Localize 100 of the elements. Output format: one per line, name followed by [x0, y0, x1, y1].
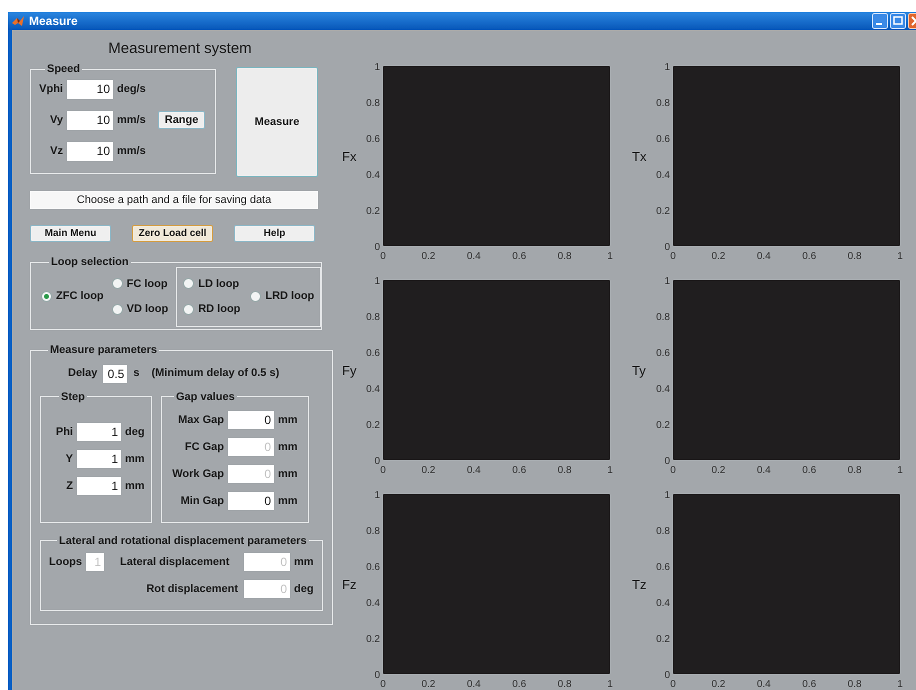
tick-label: 0.8	[848, 465, 862, 476]
input-field[interactable]: 0	[228, 492, 274, 510]
tick-label: 0.2	[711, 465, 726, 476]
unit-label: mm	[278, 466, 298, 482]
input-field[interactable]: 10	[67, 142, 113, 160]
tick-label: 0.6	[366, 134, 380, 145]
unit-label: deg	[294, 582, 314, 597]
unit-label: deg	[125, 424, 145, 440]
tick-label: 1	[607, 465, 613, 476]
tick-label: 0	[380, 251, 386, 262]
app-logo-icon	[11, 14, 25, 28]
field-label: Lateral displacement	[120, 554, 230, 570]
field-label: Min Gap	[180, 494, 224, 509]
tick-label: 0.2	[366, 634, 380, 645]
tick-label: 0.4	[756, 251, 771, 262]
input-field[interactable]: 10	[67, 80, 113, 98]
tick-label: 0.6	[366, 562, 380, 573]
tick-label: 0	[380, 679, 386, 690]
tick-label: 0.6	[512, 465, 526, 476]
path-field[interactable]: Choose a path and a file for saving data	[30, 191, 318, 209]
tick-label: 0	[380, 465, 386, 476]
input-field[interactable]: 1	[77, 477, 121, 495]
tick-label: 0.8	[366, 98, 380, 109]
unit-label: mm	[278, 494, 298, 509]
tick-label: 0.2	[656, 420, 670, 431]
hint-text: (Minimum delay of 0.5 s)	[151, 366, 280, 382]
tick-label: 0.4	[466, 465, 481, 476]
menu-button[interactable]: Main Menu	[30, 225, 111, 242]
field-label: Rot displacement	[146, 582, 238, 597]
tick-label: 0.6	[656, 134, 670, 145]
unit-label: mm/s	[117, 112, 146, 128]
axis-label: Ty	[632, 363, 646, 378]
tick-label: 0	[374, 242, 380, 253]
unit-label: mm	[278, 440, 298, 455]
tick-label: 1	[374, 490, 380, 501]
field-label: Loops	[49, 554, 82, 570]
tick-label: 1	[897, 251, 903, 262]
menu-button[interactable]: Zero Load cell	[132, 225, 213, 242]
window-title: Measure	[29, 13, 78, 30]
input-field[interactable]: 1	[77, 450, 121, 468]
radio-option[interactable]: ZFC loop	[41, 288, 104, 305]
unit-label: s	[133, 366, 140, 382]
field-label: Vy	[48, 112, 63, 128]
field-label: Phi	[54, 424, 73, 440]
measure-button[interactable]: Measure	[236, 67, 318, 177]
radio-option[interactable]: FC loop	[112, 276, 168, 292]
tick-label: 0.4	[366, 384, 380, 395]
input-field[interactable]: 0.5	[103, 364, 128, 382]
field-label: FC Gap	[184, 440, 224, 455]
input-field[interactable]: 10	[67, 110, 113, 130]
tick-label: 0.4	[466, 251, 481, 262]
tick-label: 0.2	[711, 251, 726, 262]
tick-label: 0.4	[366, 598, 380, 609]
menu-button[interactable]: Help	[234, 225, 315, 242]
tick-label: 0.8	[848, 679, 862, 690]
tick-label: 0	[664, 456, 670, 467]
tick-label: 0.2	[711, 679, 726, 690]
tick-label: 0.4	[756, 679, 771, 690]
tick-label: 0.8	[656, 98, 670, 109]
tick-label: 1	[897, 465, 903, 476]
tick-label: 0.8	[366, 312, 380, 323]
minimize-icon[interactable]	[872, 13, 888, 29]
input-field[interactable]: 1	[77, 423, 121, 441]
field-label: Y	[64, 452, 73, 467]
field-label: Vz	[49, 144, 63, 159]
tick-label: 0.8	[848, 251, 862, 262]
tick-label: 0.8	[558, 679, 572, 690]
unit-label: deg/s	[117, 82, 146, 97]
tick-label: 0.4	[466, 679, 481, 690]
maximize-icon[interactable]	[890, 13, 906, 29]
tick-label: 0.2	[366, 420, 380, 431]
tick-label: 1	[607, 251, 613, 262]
tick-label: 0.6	[656, 562, 670, 573]
range-button[interactable]: Range	[158, 111, 206, 129]
unit-label: mm	[125, 452, 145, 467]
panel-title: Measure parameters	[49, 343, 158, 358]
tick-label: 0.6	[512, 679, 526, 690]
close-icon[interactable]	[908, 13, 916, 29]
radio-option[interactable]: LD loop	[183, 276, 240, 292]
tick-label: 0.6	[366, 348, 380, 359]
radio-option[interactable]: VD loop	[112, 301, 168, 318]
tick-label: 0	[374, 670, 380, 681]
field-label: Max Gap	[177, 412, 224, 428]
panel-title: Step	[60, 390, 86, 404]
input-field[interactable]: 0	[228, 411, 274, 429]
tick-label: 1	[374, 62, 380, 73]
tick-label: 0.2	[421, 251, 436, 262]
tick-label: 0.2	[656, 206, 670, 217]
tick-label: 0.6	[802, 465, 816, 476]
field-label: Delay	[68, 366, 98, 382]
tick-label: 0.6	[656, 348, 670, 359]
tick-label: 0.6	[802, 251, 816, 262]
tick-label: 0	[374, 456, 380, 467]
tick-label: 0	[670, 679, 676, 690]
radio-option[interactable]: RD loop	[183, 301, 240, 318]
radio-option[interactable]: LRD loop	[250, 288, 314, 305]
field-label: Work Gap	[171, 466, 224, 482]
tick-label: 0.8	[558, 251, 572, 262]
tick-label: 0.8	[656, 312, 670, 323]
axis-label: Fx	[342, 149, 356, 164]
